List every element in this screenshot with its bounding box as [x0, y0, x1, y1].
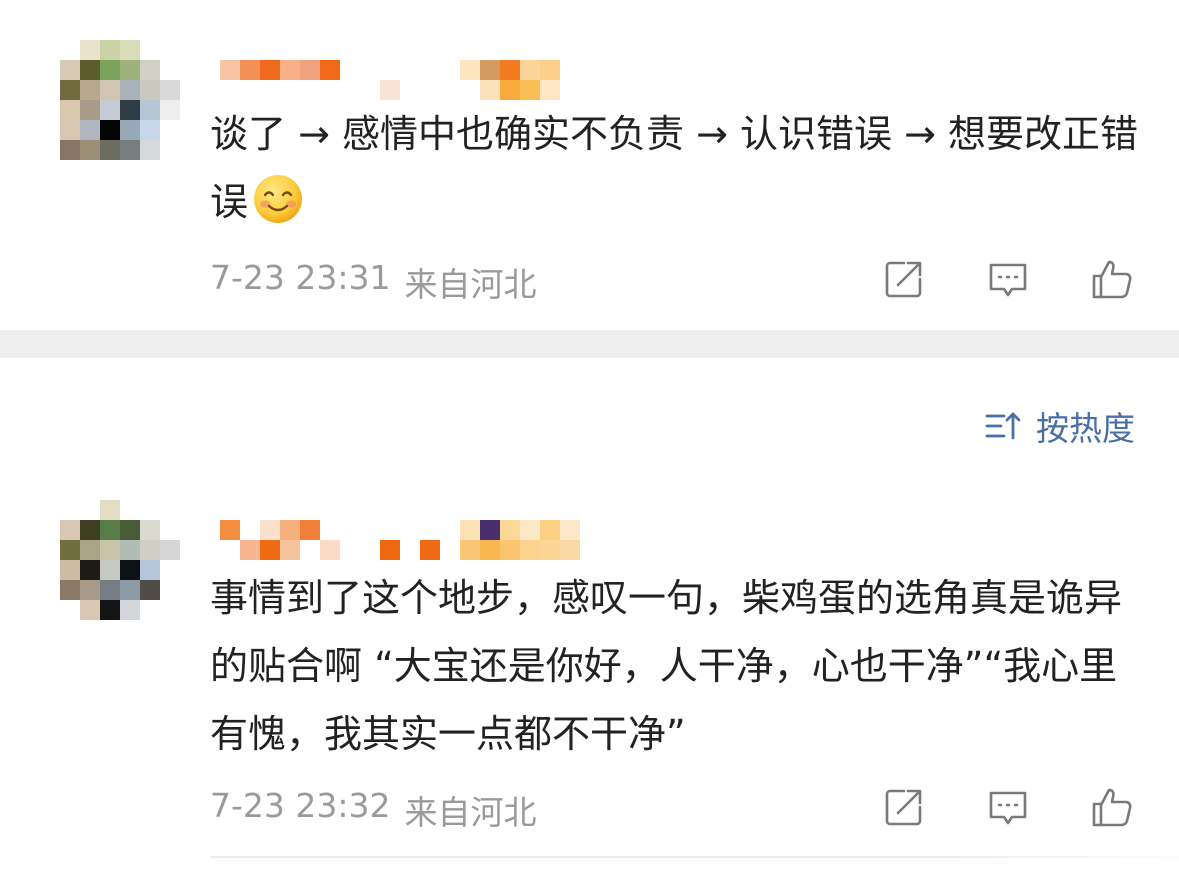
avatar[interactable] — [60, 40, 180, 160]
comment-text: 谈了 → 感情中也确实不负责 → 认识错误 → 想要改正错误 — [210, 100, 1150, 236]
section-divider — [0, 330, 1179, 358]
like-icon[interactable] — [1089, 256, 1135, 302]
comment-actions — [881, 784, 1135, 830]
comment-date: 7-23 23:31 — [210, 258, 391, 297]
bottom-divider — [210, 856, 1179, 858]
comment-icon[interactable] — [985, 256, 1031, 302]
comment-location: 来自河北 — [404, 265, 537, 304]
comment-item: 谈了 → 感情中也确实不负责 → 认识错误 → 想要改正错误 7-23 23:3… — [0, 0, 1179, 330]
like-icon[interactable] — [1089, 784, 1135, 830]
comment-text: 事情到了这个地步，感叹一句，柴鸡蛋的选角真是诡异的贴合啊 “大宝还是你好，人干净… — [210, 576, 1123, 756]
comment-body: 谈了 → 感情中也确实不负责 → 认识错误 → 想要改正错误 — [210, 112, 1138, 224]
comment-date: 7-23 23:32 — [210, 786, 391, 825]
avatar[interactable] — [60, 500, 180, 620]
sort-icon — [985, 412, 1021, 440]
comment-location: 来自河北 — [404, 793, 537, 832]
share-icon[interactable] — [881, 256, 927, 302]
smiling-face-emoji — [254, 175, 303, 223]
share-icon[interactable] — [881, 784, 927, 830]
comment-meta: 7-23 23:31 来自河北 — [210, 258, 537, 306]
comment-icon[interactable] — [985, 784, 1031, 830]
comment-actions — [881, 256, 1135, 302]
sort-toggle[interactable]: 按热度 — [984, 398, 1135, 454]
comment-meta: 7-23 23:32 来自河北 — [210, 786, 537, 834]
sort-label: 按热度 — [1036, 409, 1135, 448]
